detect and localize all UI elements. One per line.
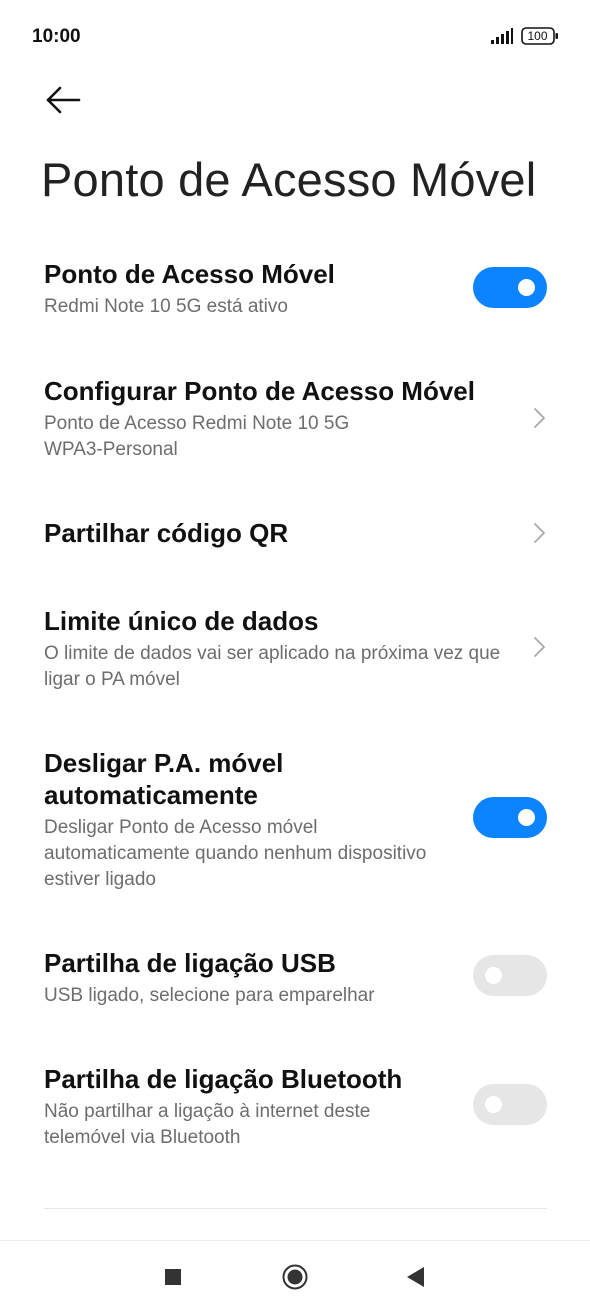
share-qr-row[interactable]: Partilhar código QR xyxy=(0,508,590,558)
setting-subtitle: Não partilhar a ligação à internet deste… xyxy=(44,1101,371,1148)
status-bar: 10:00 100 xyxy=(0,0,590,72)
hotspot-toggle-row[interactable]: Ponto de Acesso Móvel Redmi Note 10 5G e… xyxy=(0,252,590,330)
setting-title: Ponto de Acesso Móvel xyxy=(44,259,335,289)
signal-bars-icon xyxy=(491,28,513,44)
setting-title: Partilha de ligação Bluetooth xyxy=(44,1064,403,1094)
square-recents-icon xyxy=(165,1269,181,1285)
setting-title: Desligar P.A. móvel automaticamente xyxy=(44,748,284,810)
toggle-knob xyxy=(518,279,535,296)
chevron-right-icon xyxy=(534,523,545,543)
recents-button[interactable] xyxy=(155,1259,191,1295)
toggle-knob xyxy=(518,809,535,826)
nav-back-button[interactable] xyxy=(398,1259,434,1295)
data-limit-row[interactable]: Limite único de dados O limite de dados … xyxy=(0,600,590,700)
arrow-left-icon xyxy=(46,86,81,114)
setting-subtitle: Ponto de Acesso Redmi Note 10 5G WPA3-Pe… xyxy=(44,411,504,463)
back-button[interactable] xyxy=(36,74,92,126)
subtitle-line: Ponto de Acesso Redmi Note 10 5G xyxy=(44,413,350,434)
subtitle-line: WPA3-Personal xyxy=(44,439,178,460)
hotspot-text: Ponto de Acesso Móvel Redmi Note 10 5G e… xyxy=(44,258,484,320)
chevron-right-icon xyxy=(534,408,545,428)
setting-title: Configurar Ponto de Acesso Móvel xyxy=(44,376,475,406)
auto-off-row[interactable]: Desligar P.A. móvel automaticamente Desl… xyxy=(0,742,590,892)
setting-subtitle: USB ligado, selecione para emparelhar xyxy=(44,985,375,1006)
divider xyxy=(44,1208,547,1209)
configure-hotspot-text: Configurar Ponto de Acesso Móvel Ponto d… xyxy=(44,375,504,463)
hotspot-toggle[interactable] xyxy=(473,267,547,308)
setting-title: Partilha de ligação USB xyxy=(44,948,336,978)
home-button[interactable] xyxy=(277,1259,313,1295)
setting-subtitle: O limite de dados vai ser aplicado na pr… xyxy=(44,643,501,690)
circle-home-icon xyxy=(282,1264,308,1290)
configure-hotspot-row[interactable]: Configurar Ponto de Acesso Móvel Ponto d… xyxy=(0,370,590,470)
battery-level: 100 xyxy=(527,29,548,43)
status-time: 10:00 xyxy=(32,26,81,47)
setting-title: Partilhar código QR xyxy=(44,518,289,548)
usb-tethering-row[interactable]: Partilha de ligação USB USB ligado, sele… xyxy=(0,942,590,1012)
data-limit-text: Limite único de dados O limite de dados … xyxy=(44,605,504,693)
usb-tethering-text: Partilha de ligação USB USB ligado, sele… xyxy=(44,947,484,1009)
toggle-knob xyxy=(485,1096,502,1113)
navigation-bar xyxy=(0,1240,590,1313)
auto-off-text: Desligar P.A. móvel automaticamente Desl… xyxy=(44,747,444,893)
toggle-knob xyxy=(485,967,502,984)
share-qr-text: Partilhar código QR xyxy=(44,517,484,549)
setting-title: Limite único de dados xyxy=(44,606,319,636)
setting-subtitle: Redmi Note 10 5G está ativo xyxy=(44,296,288,317)
setting-subtitle: Desligar Ponto de Acesso móvel automatic… xyxy=(44,817,427,890)
page-title: Ponto de Acesso Móvel xyxy=(41,153,537,206)
auto-off-toggle[interactable] xyxy=(473,797,547,838)
triangle-back-icon xyxy=(407,1267,424,1287)
usb-tethering-toggle[interactable] xyxy=(473,955,547,996)
bluetooth-tethering-toggle[interactable] xyxy=(473,1084,547,1125)
bluetooth-tethering-row[interactable]: Partilha de ligação Bluetooth Não partil… xyxy=(0,1058,590,1158)
bluetooth-tethering-text: Partilha de ligação Bluetooth Não partil… xyxy=(44,1063,454,1151)
chevron-right-icon xyxy=(534,637,545,657)
